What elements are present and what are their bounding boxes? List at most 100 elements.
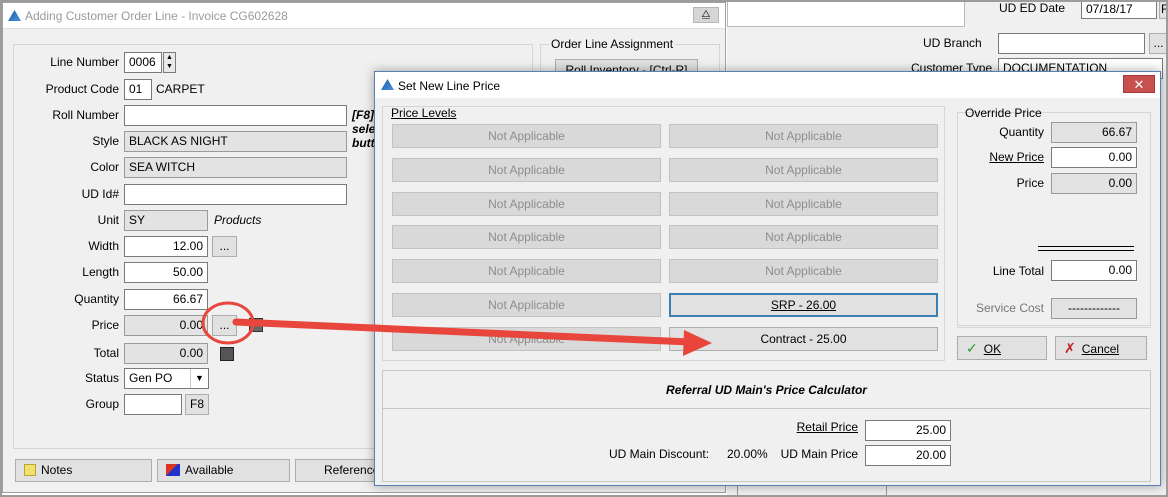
discount-label: UD Main Discount:	[609, 447, 710, 461]
override-price-field: 0.00	[1051, 173, 1137, 194]
override-price-title: Override Price	[965, 106, 1042, 120]
price-label: Price	[91, 318, 119, 332]
unit-note: Products	[214, 213, 262, 227]
line-number-spinner[interactable]: ▲ ▼	[163, 52, 176, 73]
total-label: Total	[93, 346, 119, 360]
ud-branch-label: UD Branch	[923, 36, 982, 50]
price-level-10: Not Applicable	[669, 259, 938, 283]
total-divider	[1038, 246, 1134, 251]
style-field: BLACK AS NIGHT	[124, 131, 347, 152]
close-button[interactable]: ✕	[1123, 75, 1155, 93]
total-field: 0.00	[124, 343, 208, 364]
quantity-label: Quantity	[74, 292, 119, 306]
price-level-11: Not Applicable	[392, 293, 661, 317]
app-logo-icon	[8, 10, 21, 21]
chevron-down-icon[interactable]: ▼	[190, 369, 208, 388]
ud-main-price-label: UD Main Price	[780, 447, 858, 461]
ud-ed-date-input[interactable]: 07/18/17	[1081, 0, 1157, 19]
spin-down-icon[interactable]: ▼	[166, 63, 173, 70]
group-input[interactable]	[124, 394, 182, 415]
new-price-label-text: New Price	[989, 150, 1044, 164]
price-level-3: Not Applicable	[392, 158, 661, 182]
available-icon	[166, 464, 180, 476]
dialog-titlebar: Set New Line Price ✕	[375, 72, 1160, 98]
quantity-input[interactable]: 66.67	[124, 289, 208, 310]
price-level-5: Not Applicable	[392, 192, 661, 216]
ud-main-price-input[interactable]: 20.00	[865, 445, 951, 466]
width-input[interactable]: 12.00	[124, 236, 208, 257]
style-label: Style	[92, 134, 119, 148]
notes-button[interactable]: Notes	[15, 459, 152, 482]
group-label: Group	[85, 397, 119, 411]
price-level-2: Not Applicable	[669, 124, 938, 148]
product-code-label: Product Code	[45, 82, 119, 96]
ud-id-input[interactable]	[124, 184, 347, 205]
contract-price-button[interactable]: Contract - 25.00	[669, 327, 938, 351]
calculator-divider	[383, 408, 1150, 409]
checkmark-icon: ✓	[966, 340, 978, 356]
cancel-button[interactable]: ✗ Cancel	[1055, 336, 1147, 360]
line-number-input[interactable]: 0006	[124, 52, 162, 73]
price-field: 0.00	[124, 315, 208, 336]
roll-number-hint-3: butt	[352, 136, 375, 150]
total-calculator-icon[interactable]	[220, 347, 234, 361]
ud-ed-date-label: UD ED Date	[999, 1, 1066, 15]
roll-number-label: Roll Number	[52, 108, 119, 122]
new-price-input[interactable]: 0.00	[1051, 147, 1137, 168]
window-title: Adding Customer Order Line - Invoice CG6…	[25, 9, 288, 23]
price-level-7: Not Applicable	[392, 225, 661, 249]
width-lookup-button[interactable]: ...	[212, 236, 237, 257]
new-price-label: New Price	[960, 150, 1044, 164]
roll-number-input[interactable]	[124, 105, 347, 126]
srp-price-button[interactable]: SRP - 26.00	[669, 293, 938, 317]
status-select[interactable]: Gen PO ▼	[124, 368, 209, 389]
length-input[interactable]: 50.00	[124, 262, 208, 283]
service-cost-label: Service Cost	[975, 301, 1044, 315]
roll-number-hint-2: sele	[352, 122, 376, 136]
ud-branch-input[interactable]	[998, 33, 1145, 54]
status-label: Status	[84, 371, 119, 385]
override-price-label: Price	[1016, 176, 1044, 190]
color-label: Color	[90, 160, 119, 174]
minimize-button[interactable]: ⧋	[693, 7, 719, 23]
price-levels-title: Price Levels	[391, 106, 456, 120]
unit-label: Unit	[97, 213, 119, 227]
notes-icon	[24, 464, 36, 476]
grid-fragment	[737, 486, 887, 497]
price-level-8: Not Applicable	[669, 225, 938, 249]
service-cost-field: -------------	[1051, 298, 1137, 319]
group-f8-button[interactable]: F8	[185, 394, 209, 415]
status-value: Gen PO	[129, 371, 173, 385]
ud-id-label: UD Id#	[81, 187, 119, 201]
line-total-label: Line Total	[992, 264, 1044, 278]
calculator-icon[interactable]	[249, 318, 263, 332]
price-level-1: Not Applicable	[392, 124, 661, 148]
price-levels-title-text: Price Levels	[391, 106, 457, 120]
price-level-13: Not Applicable	[392, 327, 661, 351]
available-button[interactable]: Available	[157, 459, 290, 482]
ud-branch-lookup-button[interactable]: ...	[1149, 33, 1168, 54]
app-logo-icon	[381, 79, 394, 90]
dialog-title: Set New Line Price	[398, 79, 501, 93]
price-lookup-button[interactable]: ...	[212, 315, 237, 336]
ud-ed-date-f8-button[interactable]: F8	[1159, 0, 1168, 19]
line-total-field: 0.00	[1051, 260, 1137, 281]
order-line-assignment-title: Order Line Assignment	[549, 37, 676, 51]
order-line-titlebar: Adding Customer Order Line - Invoice CG6…	[3, 3, 725, 29]
available-label: Available	[185, 463, 234, 477]
price-level-4: Not Applicable	[669, 158, 938, 182]
notes-label: Notes	[41, 463, 73, 477]
calculator-title: Referral UD Main's Price Calculator	[666, 383, 867, 397]
override-quantity-field: 66.67	[1051, 122, 1137, 143]
retail-price-label: Retail Price	[755, 420, 858, 434]
cancel-x-icon: ✗	[1064, 340, 1076, 356]
color-field: SEA WITCH	[124, 157, 347, 178]
ok-label: OK	[983, 342, 1002, 356]
spin-up-icon[interactable]: ▲	[166, 54, 173, 61]
top-field	[727, 0, 965, 27]
product-code-input[interactable]: 01	[124, 79, 152, 100]
length-label: Length	[82, 265, 119, 279]
ok-button[interactable]: ✓ OK	[957, 336, 1047, 360]
roll-number-hint: [F8]	[352, 108, 374, 122]
retail-price-input[interactable]: 25.00	[865, 420, 951, 441]
